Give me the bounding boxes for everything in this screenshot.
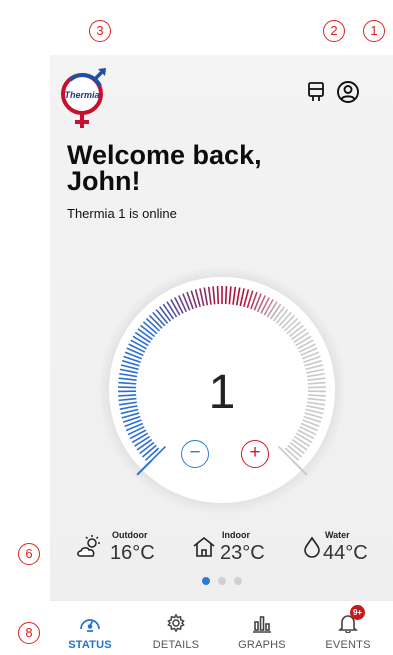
water-temp: Water 44°C [303,528,393,568]
dial-value: 1 [209,366,236,419]
nav-details-label: DETAILS [152,639,200,651]
dial-tick [216,286,220,305]
nav-status-label: STATUS [68,639,112,651]
water-label: Water [325,530,350,540]
indoor-label: Indoor [222,530,250,540]
nav-graphs-label: GRAPHS [238,639,286,651]
indoor-value: 23°C [220,542,265,564]
dial-tick [307,394,326,397]
outdoor-value: 16°C [110,542,155,564]
callout-3: 3 [89,20,111,42]
nav-details[interactable]: DETAILS [136,601,216,655]
decrease-button[interactable]: − [181,440,209,468]
dial-tick [224,286,228,305]
bar-chart-icon [250,613,274,633]
bottom-navigation: STATUS DETAILS GRAPHS 9+ EVENTS [50,600,393,655]
plus-icon: + [249,442,261,463]
gauge-icon [78,613,102,633]
page-dot-1[interactable] [202,577,210,585]
minus-icon: − [189,442,201,463]
indoor-temp: Indoor 23°C [192,528,282,568]
house-icon [192,536,216,563]
callout-1: 1 [363,20,385,42]
callout-6: 6 [18,543,40,565]
outdoor-label: Outdoor [112,530,148,540]
heat-curve-dial[interactable]: 1 − + [97,265,347,515]
events-badge: 9+ [350,605,365,620]
water-drop-icon [303,536,321,563]
water-value: 44°C [323,542,368,564]
callout-2: 2 [323,20,345,42]
connection-status: Thermia 1 is online [67,206,177,221]
callout-8: 8 [18,622,40,644]
dial-tick [118,386,137,389]
outdoor-temp: Outdoor 16°C [76,528,166,568]
thermia-logo: Thermia [60,66,110,136]
remote-control-icon[interactable] [304,80,328,104]
gear-icon [164,613,188,633]
nav-status[interactable]: STATUS [50,601,130,655]
partly-cloudy-icon [76,534,104,565]
dial-tick [307,386,326,389]
user-name: John! [67,166,141,196]
page-dot-3[interactable] [234,577,242,585]
nav-events[interactable]: 9+ EVENTS [308,601,388,655]
welcome-heading: Welcome back, John! [67,140,327,196]
page-dot-2[interactable] [218,577,226,585]
nav-graphs[interactable]: GRAPHS [222,601,302,655]
profile-icon[interactable] [336,80,360,104]
nav-events-label: EVENTS [325,639,371,651]
dial-tick [118,394,137,397]
increase-button[interactable]: + [241,440,269,468]
welcome-line: Welcome back, [67,140,262,170]
svg-text:Thermia: Thermia [64,90,99,100]
